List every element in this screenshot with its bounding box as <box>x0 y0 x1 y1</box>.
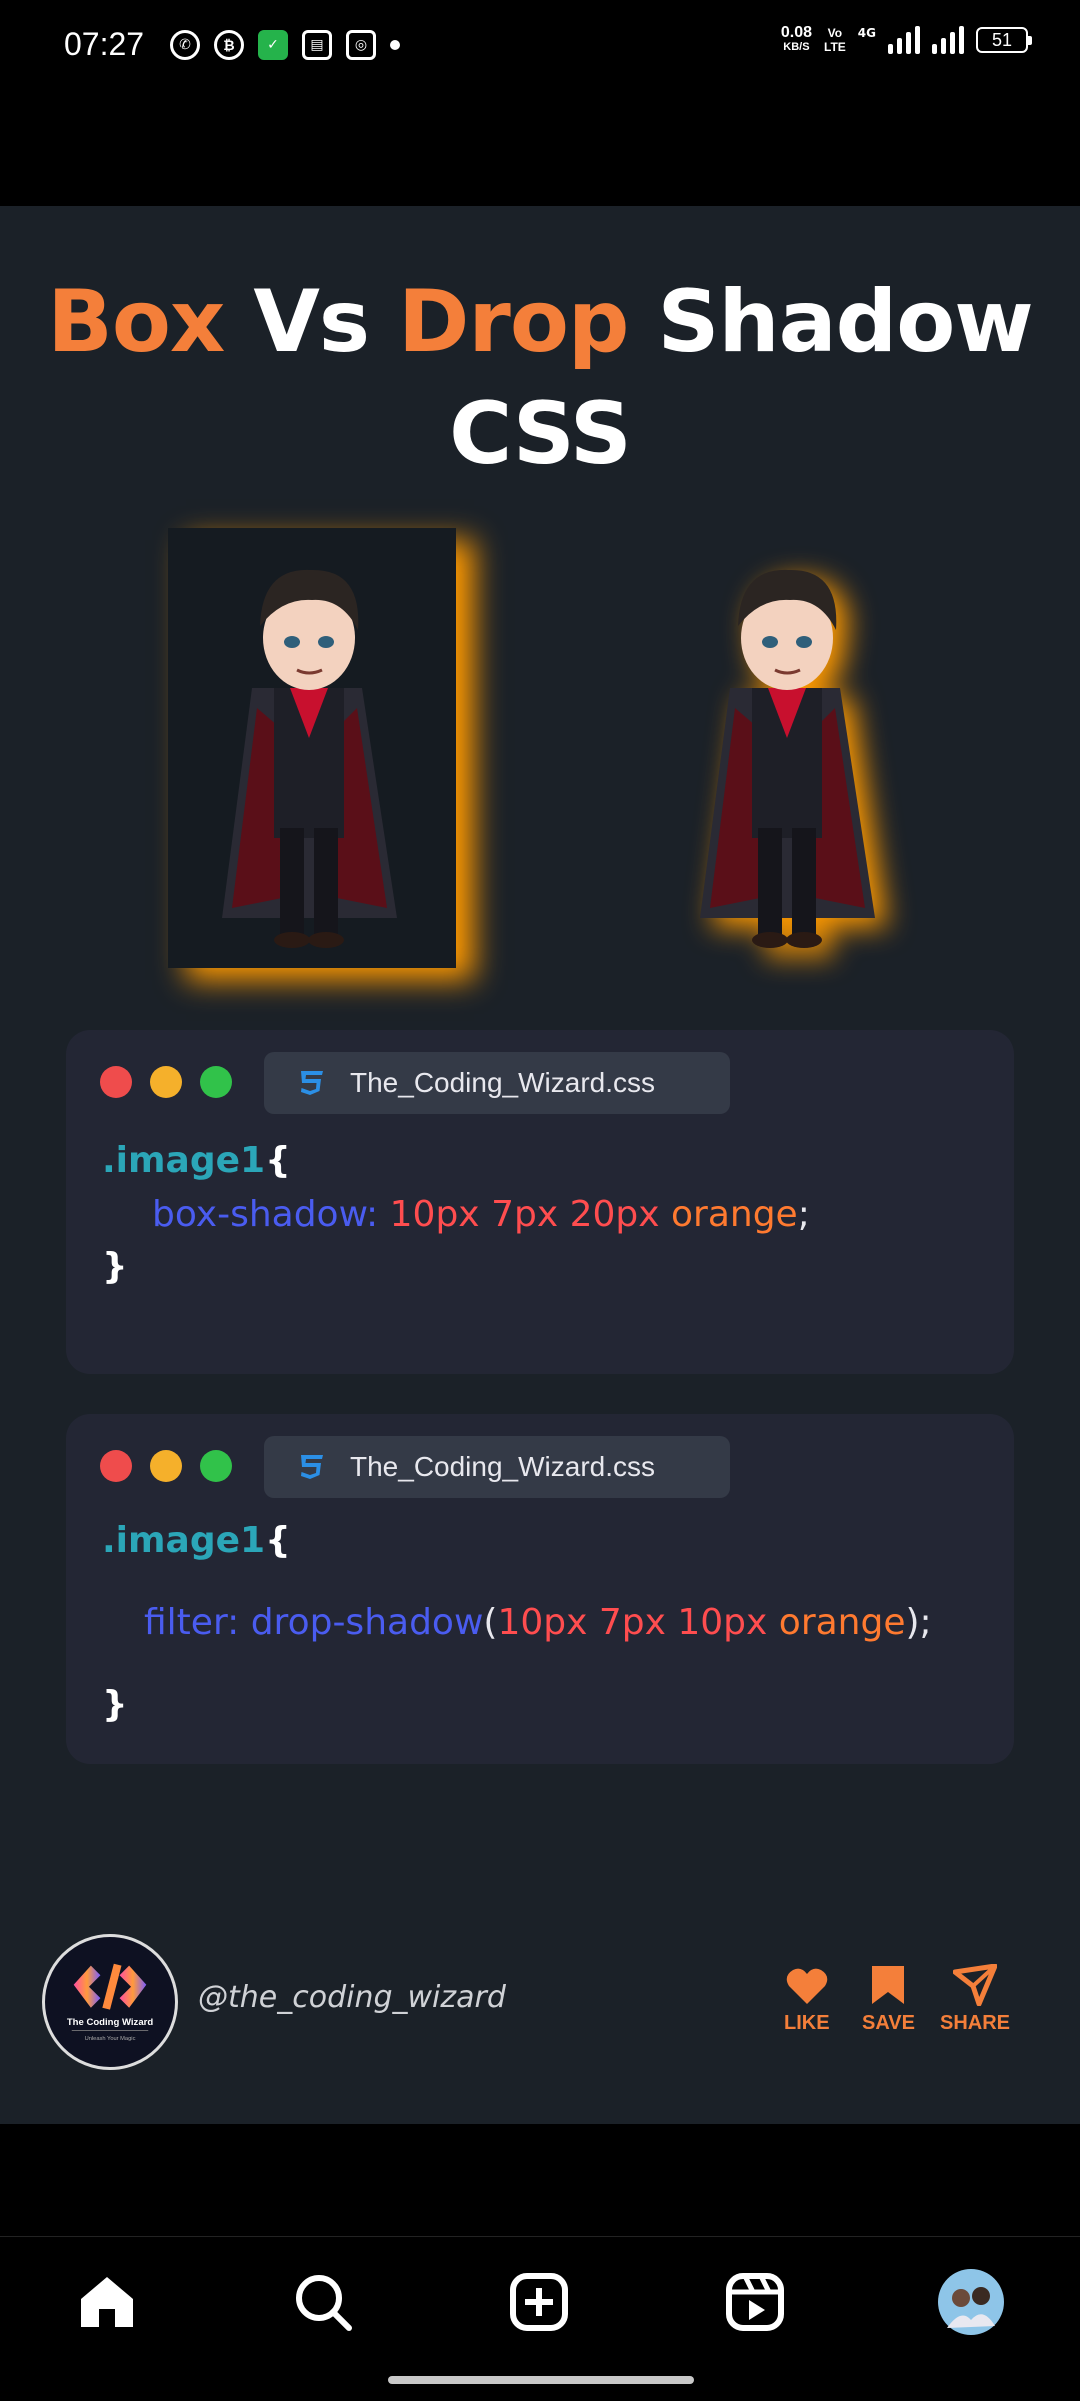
shield-icon: ✓ <box>258 30 288 60</box>
line-end: ); <box>905 1602 932 1643</box>
code-line-3: } <box>102 1684 128 1725</box>
bookmark-icon <box>872 1966 905 2004</box>
value-3: 10px <box>677 1602 768 1643</box>
create-icon[interactable] <box>504 2267 574 2337</box>
reels-icon[interactable] <box>720 2267 790 2337</box>
volte-indicator: Vo LTE <box>824 26 846 54</box>
status-bar: 07:27 ✆ ₿ ✓ ▤ ◎ 0.08 KB/S Vo LTE 4G 51 <box>0 0 1080 96</box>
css-selector: .image1 <box>102 1140 266 1181</box>
share-label: SHARE <box>940 2012 1011 2034</box>
paren-open: ( <box>483 1602 498 1643</box>
net-speed: 0.08 KB/S <box>780 24 813 54</box>
window-controls <box>100 1450 232 1482</box>
author-handle: @the_coding_wizard <box>198 1980 506 2015</box>
signal-icon-2 <box>932 26 964 54</box>
post-image[interactable]: Box Vs Drop Shadow CSS The_Coding_Wizard… <box>0 206 1080 2124</box>
heart-icon <box>786 1968 828 2004</box>
coin-icon: ₿ <box>214 30 244 60</box>
close-dot-icon <box>100 1450 132 1482</box>
code-card-box-shadow: The_Coding_Wizard.css .image1{ box-shado… <box>66 1030 1014 1374</box>
close-dot-icon <box>100 1066 132 1098</box>
minimize-dot-icon <box>150 1066 182 1098</box>
battery-icon: 51 <box>976 27 1032 53</box>
send-icon <box>953 1964 997 2006</box>
css-property: filter: <box>144 1602 240 1643</box>
close-brace: } <box>102 1246 128 1287</box>
window-controls <box>100 1066 232 1098</box>
value-1: 10px <box>389 1194 480 1235</box>
drop-shadow-character-image <box>640 528 940 968</box>
title-word-css: CSS <box>449 384 632 484</box>
file-tab: The_Coding_Wizard.css <box>264 1436 730 1498</box>
file-name: The_Coding_Wizard.css <box>350 1451 656 1482</box>
code-line-1: .image1{ <box>102 1520 291 1561</box>
profile-avatar[interactable] <box>936 2267 1006 2337</box>
file-tab: The_Coding_Wizard.css <box>264 1052 730 1114</box>
file-name: The_Coding_Wizard.css <box>350 1067 656 1098</box>
more-dot-icon <box>390 40 400 50</box>
post-title: Box Vs Drop Shadow CSS <box>0 266 1080 490</box>
box-shadow-character-image <box>168 528 456 968</box>
value-1: 10px <box>497 1602 588 1643</box>
status-time: 07:27 <box>64 26 145 62</box>
share-action[interactable]: SHARE <box>940 1964 1010 2035</box>
title-word-shadow: Shadow <box>657 272 1033 372</box>
whatsapp-icon: ✆ <box>170 30 200 60</box>
code-line-2: filter: drop-shadow(10px 7px 10px orange… <box>144 1602 932 1643</box>
minimize-dot-icon <box>150 1450 182 1482</box>
css-function: drop-shadow <box>250 1602 484 1643</box>
svg-text:The Coding Wizard: The Coding Wizard <box>67 2017 154 2028</box>
maximize-dot-icon <box>200 1450 232 1482</box>
network-type: 4G <box>857 26 876 40</box>
value-3: 20px <box>569 1194 660 1235</box>
value-2: 7px <box>598 1602 666 1643</box>
close-brace: } <box>102 1684 128 1725</box>
title-word-drop: Drop <box>398 272 629 372</box>
home-icon[interactable] <box>72 2267 142 2337</box>
css-property: box-shadow: <box>152 1194 379 1235</box>
css3-icon <box>301 1455 323 1479</box>
save-label: SAVE <box>862 2012 915 2034</box>
net-speed-unit: KB/S <box>783 41 810 53</box>
code-line-3: } <box>102 1246 128 1287</box>
title-word-vs: Vs <box>253 272 370 372</box>
open-brace: { <box>265 1140 291 1181</box>
notification-icons: ✆ ₿ ✓ ▤ ◎ <box>170 30 400 60</box>
title-word-box: Box <box>47 272 225 372</box>
brand-logo[interactable]: The Coding Wizard Unleash Your Magic <box>42 1934 178 2070</box>
calendar-icon: ▤ <box>302 30 332 60</box>
value-2: 7px <box>491 1194 559 1235</box>
like-label: LIKE <box>784 2012 830 2034</box>
maximize-dot-icon <box>200 1066 232 1098</box>
signal-icon <box>888 26 920 54</box>
save-action[interactable]: SAVE <box>862 1964 915 2035</box>
code-line-2: box-shadow: 10px 7px 20px orange; <box>152 1194 810 1235</box>
value-color: orange <box>778 1602 906 1643</box>
like-action[interactable]: LIKE <box>784 1966 830 2035</box>
net-speed-value: 0.08 <box>780 24 813 41</box>
css-selector: .image1 <box>102 1520 266 1561</box>
css3-icon <box>301 1071 323 1095</box>
value-color: orange <box>671 1194 798 1235</box>
instagram-icon: ◎ <box>346 30 376 60</box>
gesture-bar[interactable] <box>388 2376 694 2384</box>
search-icon[interactable] <box>288 2267 358 2337</box>
code-line-1: .image1{ <box>102 1140 291 1181</box>
open-brace: { <box>265 1520 291 1561</box>
line-end: ; <box>797 1194 810 1235</box>
svg-text:Unleash Your Magic: Unleash Your Magic <box>85 2036 136 2042</box>
code-card-drop-shadow: The_Coding_Wizard.css .image1{ filter: d… <box>66 1414 1014 1764</box>
